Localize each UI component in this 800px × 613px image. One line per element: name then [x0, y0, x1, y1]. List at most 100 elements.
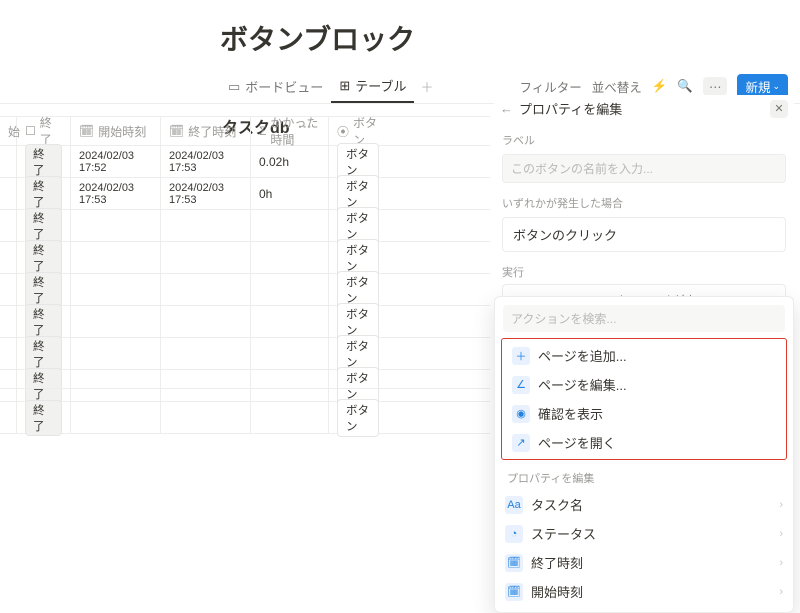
view-board[interactable]: ▭ ボードビュー [220, 71, 331, 102]
end-pill[interactable]: 終了 [25, 400, 62, 436]
cell-button: ボタン [329, 274, 387, 305]
new-button-label: 新規 [745, 77, 770, 96]
view-table[interactable]: ⊞ テーブル [331, 70, 414, 103]
col-start-time[interactable]: 🗓開始時刻 [71, 117, 161, 145]
cell-start-time[interactable] [71, 338, 161, 369]
property-item[interactable]: 🗓開始時刻› [495, 577, 793, 606]
plus-icon: ＋ [512, 347, 530, 365]
cell-start-time[interactable] [71, 306, 161, 337]
props-section-header: プロパティを編集 [495, 464, 793, 490]
table-row[interactable]: 終了2024/02/03 17:532024/02/03 17:530hボタン [0, 178, 490, 210]
table-row[interactable]: 終了ボタン [0, 210, 490, 242]
table-icon: ⊞ [339, 78, 350, 94]
eye-icon: ◉ [512, 405, 530, 423]
row-button[interactable]: ボタン [337, 399, 379, 437]
table-row[interactable]: 終了ボタン [0, 242, 490, 274]
end-pill[interactable]: 終了 [25, 272, 62, 308]
col-duration[interactable]: Σかかった時間 [251, 117, 329, 145]
date-icon: 🗓 [505, 583, 523, 601]
cell-end-time[interactable] [161, 402, 251, 433]
cell-end-time[interactable] [161, 338, 251, 369]
table-row[interactable]: 終了 ボタン [0, 370, 490, 402]
end-pill[interactable]: 終了 [25, 336, 62, 372]
cell-end-time[interactable] [161, 370, 251, 401]
back-button[interactable]: ← [500, 101, 513, 116]
property-panel: ← プロパティを編集 ✕ ラベル このボタンの名前を入力... いずれかが発生し… [494, 95, 794, 325]
cell-end-time[interactable] [161, 242, 251, 273]
col-button[interactable]: ⦿ボタン [329, 117, 387, 145]
open-icon: ↗ [512, 434, 530, 452]
trigger-section-label: いずれかが発生した場合 [494, 191, 794, 215]
pencil-icon: ∠ [512, 376, 530, 394]
cell-end-time[interactable] [161, 274, 251, 305]
action-item[interactable]: ↗ページを開く [502, 428, 786, 457]
cell-end[interactable]: 終了 [17, 210, 71, 241]
end-pill[interactable]: 終了 [25, 240, 62, 276]
cell-end[interactable]: 終了 [17, 402, 71, 433]
cell-end[interactable]: 終了 [17, 146, 71, 177]
panel-title: プロパティを編集 [519, 99, 622, 118]
search-icon[interactable]: 🔍 [677, 79, 693, 94]
property-label: 終了時刻 [531, 553, 583, 572]
table-row[interactable]: 終了ボタン [0, 306, 490, 338]
cell-end-time[interactable] [161, 306, 251, 337]
table-row[interactable]: 終了 ボタン [0, 274, 490, 306]
bolt-icon[interactable]: ⚡ [652, 79, 668, 94]
cell-end[interactable]: 終了 [17, 274, 71, 305]
table-row[interactable]: 終了2024/02/03 17:522024/02/03 17:530.02hボ… [0, 146, 490, 178]
end-pill[interactable]: 終了 [25, 144, 62, 180]
table-row[interactable]: 終了 ボタン [0, 402, 490, 434]
cell-end[interactable]: 終了 [17, 306, 71, 337]
property-item[interactable]: Aaタスク名› [495, 490, 793, 519]
sort-button[interactable]: 並べ替え [592, 77, 642, 96]
cell-end-time[interactable]: 2024/02/03 17:53 [161, 146, 251, 177]
cell-start-time[interactable] [71, 402, 161, 433]
cell-duration [251, 274, 329, 305]
close-button[interactable]: ✕ [770, 100, 788, 118]
chevron-down-icon: ⌄ [772, 81, 780, 92]
cell-end[interactable]: 終了 [17, 338, 71, 369]
panel-header: ← プロパティを編集 ✕ [494, 95, 794, 128]
cell-start-time[interactable]: 2024/02/03 17:52 [71, 146, 161, 177]
more-button[interactable]: ⋯ [703, 77, 728, 96]
end-pill[interactable]: 終了 [25, 304, 62, 340]
view-board-label: ボードビュー [245, 77, 323, 96]
action-section-label: 実行 [494, 260, 794, 284]
col-end[interactable]: ☐終了 [17, 117, 71, 145]
property-label: タスク名 [531, 495, 583, 514]
property-item[interactable]: 🗓終了時刻› [495, 548, 793, 577]
cell-duration [251, 402, 329, 433]
cell-button: ボタン [329, 370, 387, 401]
action-item[interactable]: ＋ページを追加... [502, 341, 786, 370]
end-pill[interactable]: 終了 [25, 208, 62, 244]
button-name-input[interactable]: このボタンの名前を入力... [502, 154, 786, 183]
cell-start-time[interactable] [71, 274, 161, 305]
cell-duration [251, 370, 329, 401]
action-item[interactable]: ∠ページを編集... [502, 370, 786, 399]
table-row[interactable]: 終了 ボタン [0, 338, 490, 370]
chevron-right-icon: › [779, 557, 783, 569]
col-end-time[interactable]: 🗓終了時刻 [161, 117, 251, 145]
cell-start-time[interactable] [71, 210, 161, 241]
cell-start [0, 402, 17, 433]
cell-end-time[interactable] [161, 210, 251, 241]
end-pill[interactable]: 終了 [25, 368, 62, 404]
trigger-select[interactable]: ボタンのクリック [502, 217, 786, 252]
action-search-input[interactable]: アクションを検索... [503, 305, 785, 332]
cell-end-time[interactable]: 2024/02/03 17:53 [161, 178, 251, 209]
col-start-sliver[interactable]: 始 [0, 117, 17, 145]
end-pill[interactable]: 終了 [25, 176, 62, 212]
action-item[interactable]: ◉確認を表示 [502, 399, 786, 428]
filter-button[interactable]: フィルター [520, 77, 582, 96]
cell-start-time[interactable] [71, 370, 161, 401]
cell-end[interactable]: 終了 [17, 178, 71, 209]
cell-end[interactable]: 終了 [17, 370, 71, 401]
cell-start-time[interactable]: 2024/02/03 17:53 [71, 178, 161, 209]
col-end-time-label: 終了時刻 [188, 123, 236, 140]
cell-button: ボタン [329, 338, 387, 369]
action-popup: アクションを検索... ＋ページを追加...∠ページを編集...◉確認を表示↗ペ… [494, 296, 794, 613]
add-view-button[interactable]: ＋ [414, 73, 439, 100]
cell-start-time[interactable] [71, 242, 161, 273]
property-item[interactable]: ◔ステータス› [495, 519, 793, 548]
cell-end[interactable]: 終了 [17, 242, 71, 273]
